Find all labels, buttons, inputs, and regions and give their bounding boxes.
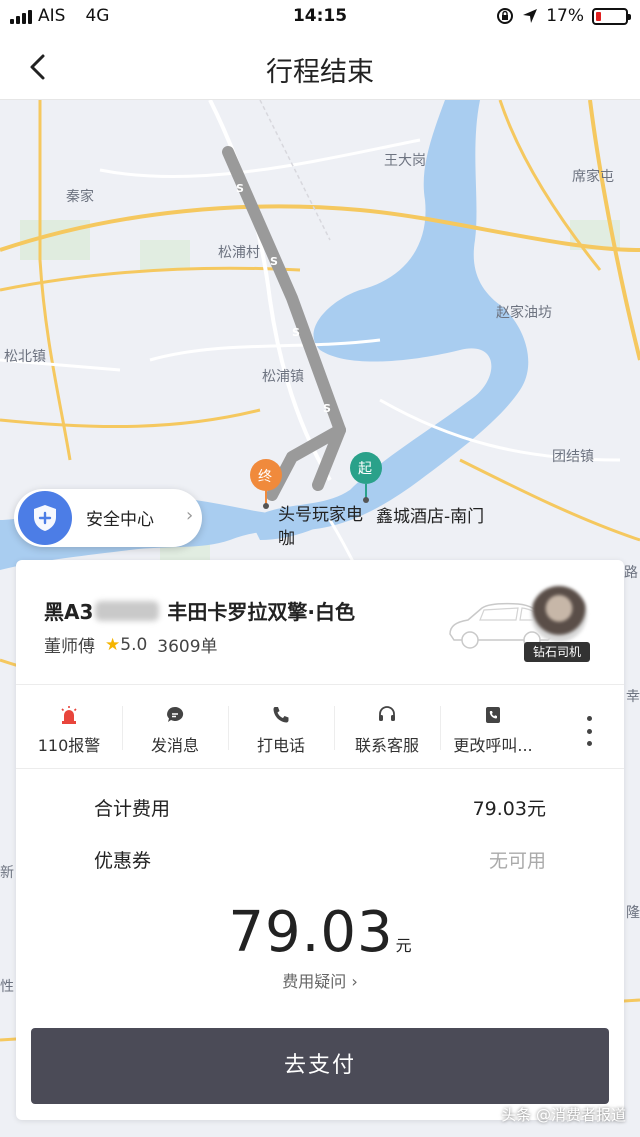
- driver-avatar[interactable]: [531, 586, 587, 642]
- end-poi-label: 头号玩家电: [278, 505, 363, 525]
- page-title: 行程结束: [266, 57, 374, 88]
- fee-question-label: 费用疑问: [282, 972, 347, 991]
- location-arrow-icon: [523, 9, 538, 23]
- map-edge-label: 路: [624, 565, 638, 581]
- map-label: 秦家: [66, 189, 94, 205]
- action-label: 打电话: [256, 736, 305, 755]
- map-label: 松北镇: [4, 349, 46, 365]
- call-police-button[interactable]: 110报警: [16, 688, 122, 768]
- rating: ★5.0: [105, 635, 147, 655]
- rating-value: 5.0: [120, 634, 148, 655]
- diamond-driver-badge: 钻石司机: [524, 642, 590, 662]
- map-edge-label: 幸: [626, 689, 640, 705]
- plate-redacted: [95, 600, 160, 621]
- chevron-right-icon: ›: [351, 972, 358, 991]
- nav-bar: 行程结束: [0, 34, 640, 100]
- svg-text:S: S: [236, 182, 244, 195]
- start-poi-label: 鑫城酒店-南门: [376, 507, 485, 527]
- more-options-button[interactable]: [578, 714, 600, 748]
- status-right: 17%: [496, 6, 631, 26]
- alarm-light-icon: [58, 704, 80, 726]
- action-bar: 110报警 发消息 打电话 联系客服 更改呼叫...: [16, 688, 624, 768]
- amount-due-unit: 元: [395, 936, 412, 955]
- pay-button[interactable]: 去支付: [31, 1028, 609, 1104]
- coupon-value: 无可用: [488, 850, 546, 872]
- action-label: 发消息: [150, 736, 199, 755]
- map-label: 王大岗: [384, 153, 426, 169]
- phone-call-button[interactable]: 打电话: [228, 688, 334, 768]
- vehicle-row: 黑A3 丰田卡罗拉双擎·白色: [44, 596, 355, 625]
- status-bar: AIS 4G 14:15 17%: [0, 0, 640, 34]
- end-pin-label: 终: [258, 469, 272, 485]
- driver-name: 董师傅: [44, 637, 95, 657]
- map-label: 松浦镇: [262, 369, 304, 385]
- battery-fill: [596, 11, 601, 21]
- shield-plus-icon: [34, 505, 56, 531]
- map-label: 松浦村: [218, 245, 260, 261]
- divider: [16, 768, 624, 769]
- battery-percent: 17%: [546, 6, 584, 26]
- map-label: 团结镇: [552, 449, 594, 465]
- safety-center-button[interactable]: 安全中心 ›: [14, 489, 202, 547]
- order-count: 3609单: [157, 637, 218, 657]
- action-label: 110报警: [37, 736, 101, 755]
- map-edge-label: 新: [0, 865, 14, 881]
- car-model: 丰田卡罗拉双擎·白色: [167, 600, 356, 624]
- phone-icon: [270, 704, 292, 726]
- trip-card: 黑A3 丰田卡罗拉双擎·白色 董师傅 ★5.0 3609单 钻石司机 110报警…: [16, 560, 624, 1120]
- total-fee-row: 合计费用 79.03元: [94, 794, 546, 821]
- total-fee-label: 合计费用: [94, 798, 171, 820]
- driver-row: 董师傅 ★5.0 3609单: [44, 632, 218, 658]
- map-label: 赵家油坊: [496, 305, 552, 321]
- amount-due-value: 79.03: [228, 900, 394, 965]
- message-icon: [164, 704, 186, 726]
- plate-number: 黑A3: [44, 600, 94, 624]
- action-label: 更改呼叫...: [453, 736, 533, 755]
- action-label: 联系客服: [354, 736, 419, 755]
- svg-text:S: S: [292, 326, 300, 339]
- coupon-label: 优惠券: [94, 850, 152, 872]
- start-pin-label: 起: [358, 461, 372, 477]
- map-edge-label: 性: [0, 979, 14, 995]
- end-poi-label-cont: 咖: [278, 529, 295, 549]
- call-change-icon: [482, 704, 504, 726]
- map-label: 席家屯: [572, 169, 614, 185]
- safety-center-label: 安全中心: [86, 510, 154, 530]
- map-edge-label: 隆: [626, 905, 640, 921]
- coupon-row[interactable]: 优惠券 无可用: [94, 846, 546, 873]
- chevron-right-icon: ›: [186, 505, 194, 526]
- battery-icon: [592, 7, 631, 25]
- customer-service-button[interactable]: 联系客服: [334, 688, 440, 768]
- total-fee-value: 79.03元: [472, 798, 546, 820]
- rotation-lock-icon: [497, 8, 514, 24]
- svg-text:S: S: [270, 255, 278, 268]
- divider: [16, 684, 624, 685]
- send-message-button[interactable]: 发消息: [122, 688, 228, 768]
- watermark: 头条 @消费者报道: [501, 1106, 626, 1124]
- svg-text:S: S: [323, 402, 331, 415]
- change-call-button[interactable]: 更改呼叫...: [440, 688, 546, 768]
- fee-question-link[interactable]: 费用疑问 ›: [16, 968, 624, 992]
- more-dots-icon: [586, 716, 592, 721]
- headset-icon: [376, 704, 398, 726]
- star-icon: ★: [105, 634, 121, 655]
- safety-icon-wrap: [18, 491, 72, 545]
- amount-due: 79.03 元: [16, 900, 624, 965]
